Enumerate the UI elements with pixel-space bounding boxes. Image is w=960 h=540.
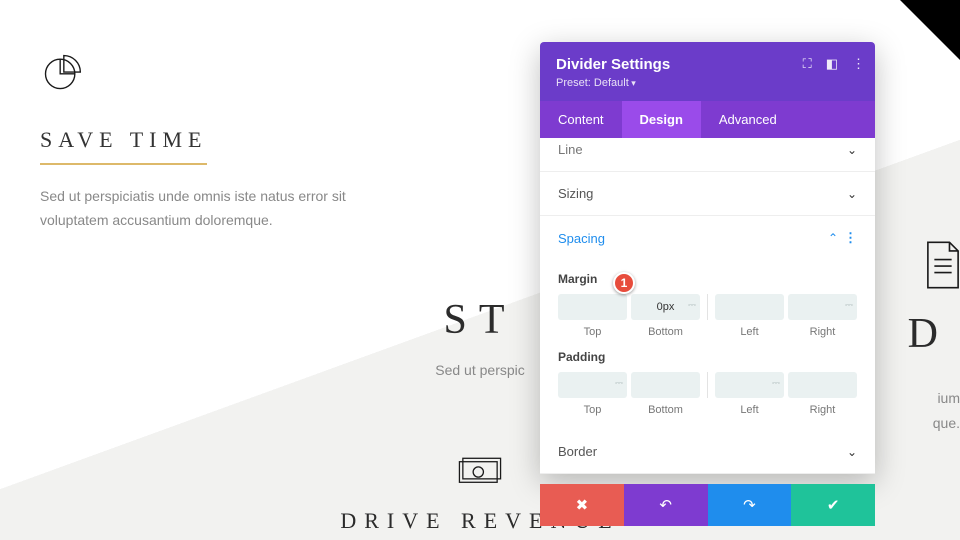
tab-design[interactable]: Design: [622, 101, 701, 138]
tab-advanced[interactable]: Advanced: [701, 101, 795, 138]
preset-dropdown[interactable]: Preset: Default: [556, 77, 859, 89]
section-border[interactable]: Border⌄: [540, 430, 875, 474]
padding-label: Padding: [558, 350, 857, 364]
tab-content[interactable]: Content: [540, 101, 622, 138]
chevron-down-icon: ⌄: [847, 143, 857, 157]
undo-button[interactable]: ↶: [624, 484, 708, 526]
center-title-tail: D: [908, 310, 950, 358]
chevron-down-icon: ⌄: [847, 445, 857, 459]
chevron-up-icon: ⌃: [828, 231, 838, 245]
section-line[interactable]: Line⌄: [540, 138, 875, 172]
section-spacing[interactable]: Spacing ⌃⋮: [540, 216, 875, 260]
settings-panel: Divider Settings Preset: Default ⛶ ◧ ⋮ C…: [540, 42, 875, 474]
corner-fold: [900, 0, 960, 60]
feature-title: SAVE TIME: [40, 127, 207, 165]
margin-top-input[interactable]: [558, 294, 627, 320]
save-button[interactable]: ✔: [791, 484, 875, 526]
feature-body: Sed ut perspiciatis unde omnis iste natu…: [40, 185, 390, 233]
padding-bottom-input[interactable]: [631, 372, 700, 398]
cancel-button[interactable]: ✖: [540, 484, 624, 526]
padding-top-input[interactable]: [558, 372, 627, 398]
redo-button[interactable]: ↷: [708, 484, 792, 526]
dock-icon[interactable]: ◧: [826, 56, 838, 72]
kebab-icon[interactable]: ⋮: [844, 230, 857, 245]
margin-right-input[interactable]: [788, 294, 857, 320]
expand-icon[interactable]: ⛶: [803, 56, 812, 72]
callout-badge-1: 1: [613, 272, 635, 294]
kebab-icon[interactable]: ⋮: [852, 56, 865, 72]
padding-right-input[interactable]: [788, 372, 857, 398]
margin-bottom-input[interactable]: [631, 294, 700, 320]
margin-left-input[interactable]: [715, 294, 784, 320]
center-sub-tail: iumque.: [933, 386, 960, 436]
margin-label: Margin: [558, 272, 857, 286]
padding-left-input[interactable]: [715, 372, 784, 398]
chevron-down-icon: ⌄: [847, 187, 857, 201]
document-icon: [921, 238, 960, 297]
panel-header[interactable]: Divider Settings Preset: Default ⛶ ◧ ⋮: [540, 42, 875, 101]
section-sizing[interactable]: Sizing⌄: [540, 172, 875, 216]
